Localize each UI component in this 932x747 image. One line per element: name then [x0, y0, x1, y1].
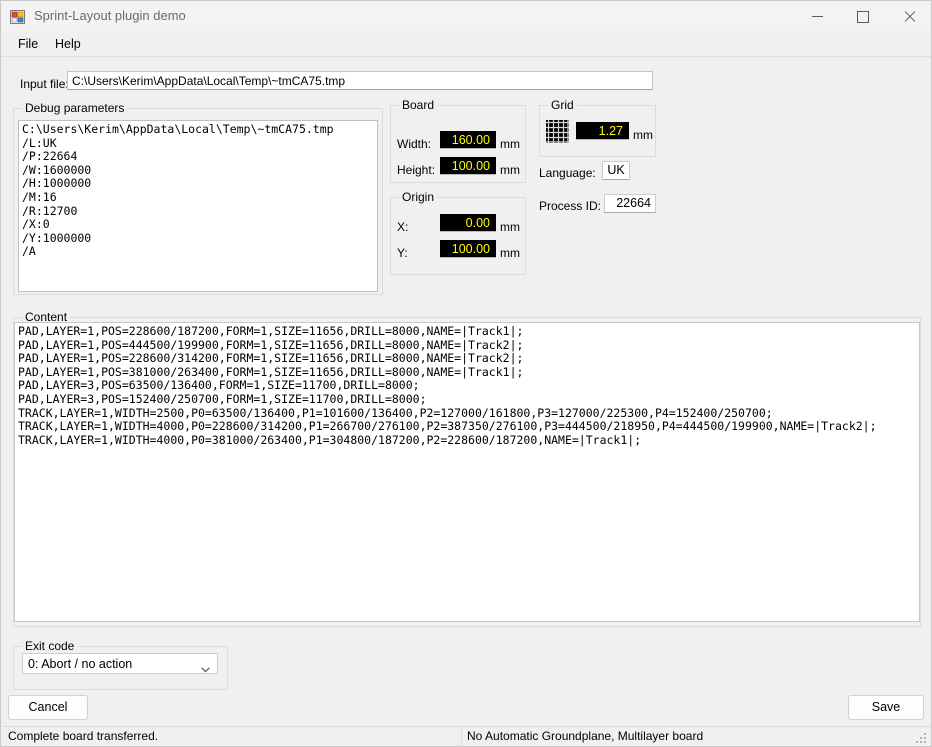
grid-group-title: Grid [548, 98, 577, 112]
origin-y-unit: mm [500, 246, 520, 260]
language-value: UK [602, 161, 630, 180]
status-message-right: No Automatic Groundplane, Multilayer boa… [461, 727, 901, 746]
origin-y-value[interactable]: 100.00 [440, 240, 496, 258]
grid-unit: mm [633, 128, 653, 142]
maximize-button[interactable] [840, 1, 886, 32]
board-height-value[interactable]: 100.00 [440, 157, 496, 175]
content-textarea[interactable]: PAD,LAYER=1,POS=228600/187200,FORM=1,SIZ… [14, 322, 920, 622]
origin-x-label: X: [397, 220, 409, 234]
app-squares-icon [10, 9, 26, 25]
origin-group-title: Origin [399, 190, 438, 204]
exit-code-title: Exit code [22, 639, 78, 653]
language-label: Language: [539, 166, 596, 180]
resize-grip-icon[interactable] [914, 731, 928, 745]
process-id-label: Process ID: [539, 199, 602, 213]
board-height-unit: mm [500, 163, 520, 177]
menu-item-help[interactable]: Help [49, 35, 87, 53]
board-width-value[interactable]: 160.00 [440, 131, 496, 149]
save-button[interactable]: Save [848, 695, 924, 720]
menu-item-file[interactable]: File [12, 35, 44, 53]
exit-code-selected-value: 0: Abort / no action [28, 657, 133, 671]
title-bar: Sprint-Layout plugin demo [1, 1, 931, 32]
origin-y-label: Y: [397, 246, 408, 260]
grid-value[interactable]: 1.27 [576, 122, 629, 140]
board-width-label: Width: [397, 137, 432, 151]
origin-x-unit: mm [500, 220, 520, 234]
board-height-label: Height: [397, 163, 436, 177]
window-title: Sprint-Layout plugin demo [34, 8, 186, 23]
application-window: Sprint-Layout plugin demo File Help Inpu… [0, 0, 932, 747]
board-width-unit: mm [500, 137, 520, 151]
debug-parameters-title: Debug parameters [22, 101, 128, 115]
minimize-button[interactable] [794, 1, 840, 32]
status-message-left: Complete board transferred. [8, 729, 159, 743]
grid-icon[interactable] [546, 120, 569, 143]
minimize-icon [811, 16, 823, 17]
origin-group: Origin [390, 190, 526, 275]
debug-parameters-textarea[interactable]: C:\Users\Kerim\AppData\Local\Temp\~tmCA7… [18, 120, 378, 292]
board-group-title: Board [399, 98, 438, 112]
menu-bar: File Help [1, 32, 931, 55]
process-id-value: 22664 [604, 194, 656, 213]
input-file-label: Input file: [20, 77, 69, 91]
status-bar: Complete board transferred. No Automatic… [3, 726, 931, 746]
exit-code-select[interactable]: 0: Abort / no action [22, 653, 218, 674]
input-file-field[interactable]: C:\Users\Kerim\AppData\Local\Temp\~tmCA7… [67, 71, 653, 90]
close-button[interactable] [886, 1, 931, 32]
close-icon [903, 11, 915, 23]
cancel-button[interactable]: Cancel [8, 695, 88, 720]
origin-x-value[interactable]: 0.00 [440, 214, 496, 232]
chevron-down-icon [201, 661, 210, 673]
menu-divider [1, 56, 931, 57]
maximize-icon [857, 10, 869, 23]
